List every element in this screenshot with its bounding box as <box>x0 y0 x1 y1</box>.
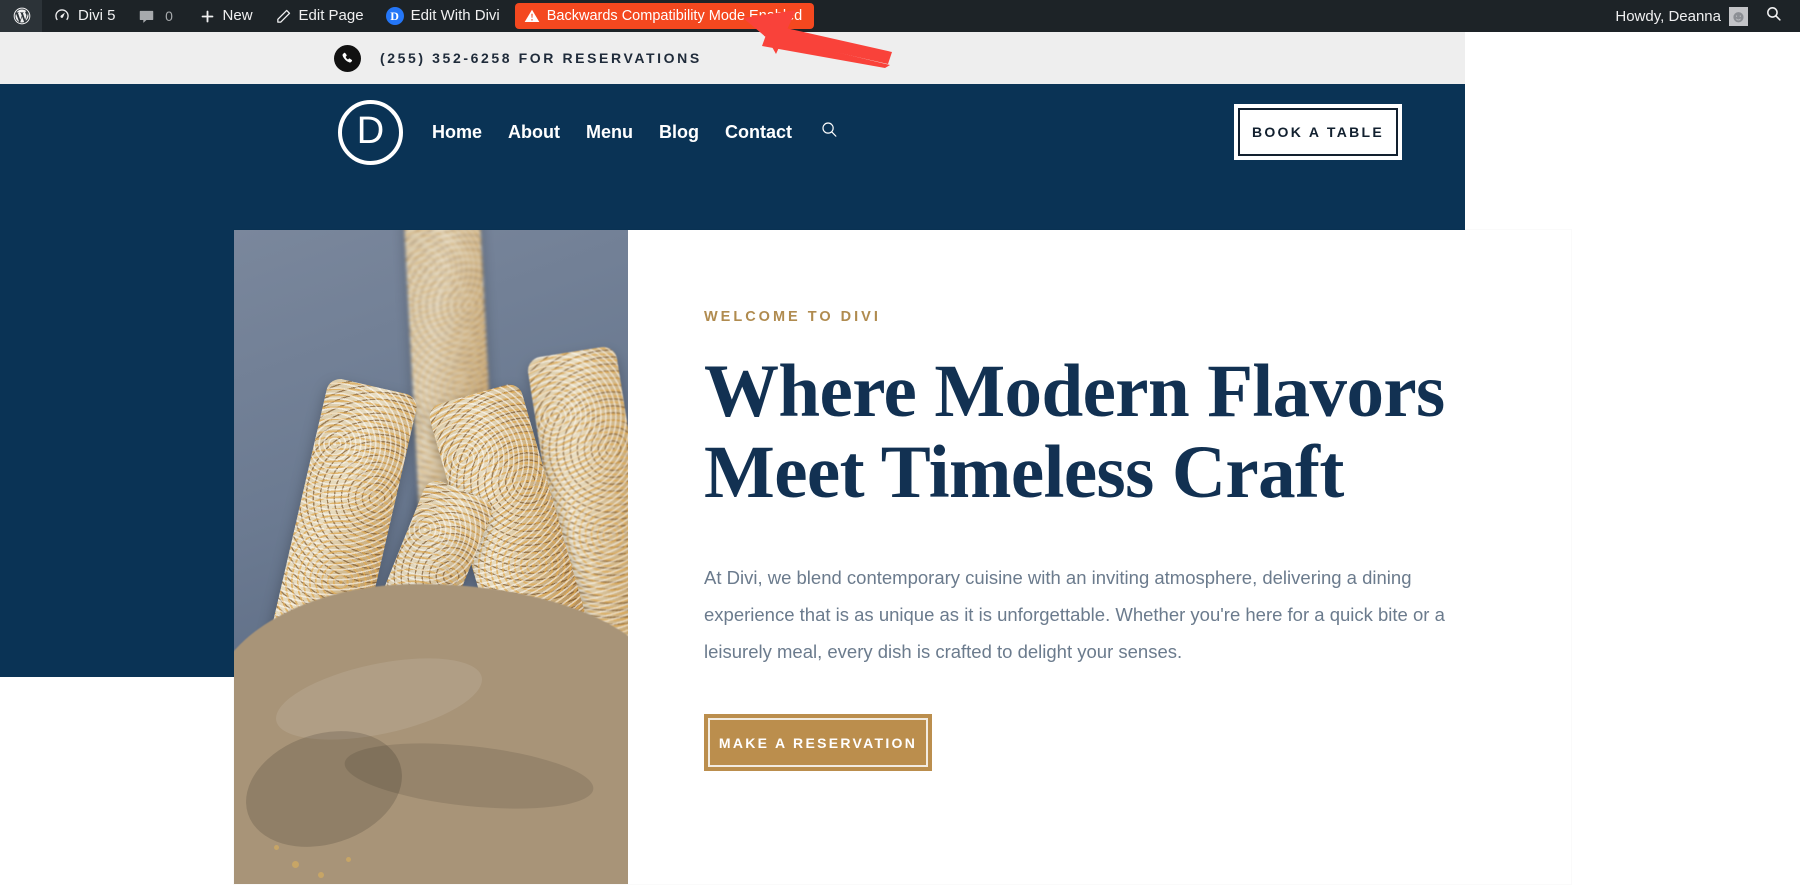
seed-crumb <box>346 857 351 862</box>
book-a-table-label: BOOK A TABLE <box>1251 124 1385 140</box>
screenshot-root: Divi 5 0 New Edit Page D Edit With Divi … <box>0 0 1800 886</box>
top-info-bar-content: (255) 352-6258 FOR RESERVATIONS <box>334 44 702 72</box>
admin-bar-search-button[interactable] <box>1756 0 1790 32</box>
hero-content-card: WELCOME TO DIVI Where Modern Flavors Meet… <box>234 230 1571 884</box>
nav-item-home[interactable]: Home <box>432 122 482 143</box>
nav-search-toggle[interactable] <box>820 120 839 144</box>
site-top-info-bar: (255) 352-6258 FOR RESERVATIONS <box>0 32 1465 84</box>
pencil-icon <box>275 8 292 25</box>
nav-menu: Home About Menu Blog Contact <box>432 120 839 144</box>
admin-bar-left-group: Divi 5 0 New Edit Page D Edit With Divi … <box>0 0 815 32</box>
divi-logo-letter: D <box>356 110 385 152</box>
seed-crumb <box>274 845 279 850</box>
dashboard-icon <box>53 7 71 25</box>
backwards-compatibility-label: Backwards Compatibility Mode Enabled <box>546 8 803 24</box>
admin-bar-right-group: Howdy, Deanna ☻ <box>1604 0 1800 32</box>
warning-triangle-icon <box>524 8 540 24</box>
hero-eyebrow: WELCOME TO DIVI <box>704 309 881 325</box>
howdy-label: Howdy, Deanna <box>1615 7 1721 25</box>
seed-crumb <box>292 861 299 868</box>
backwards-compatibility-badge[interactable]: Backwards Compatibility Mode Enabled <box>514 3 815 29</box>
nav-item-blog[interactable]: Blog <box>659 122 699 143</box>
hero-heading: Where Modern Flavors Meet Timeless Craft <box>704 351 1504 513</box>
admin-bar-new-content[interactable]: New <box>188 0 264 32</box>
search-icon <box>1765 5 1782 27</box>
admin-bar-wordpress-logo[interactable] <box>0 0 42 32</box>
admin-bar-edit-with-divi-label: Edit With Divi <box>410 7 500 24</box>
hero-text-column: WELCOME TO DIVI Where Modern Flavors Meet… <box>628 230 1571 884</box>
user-avatar-icon: ☻ <box>1729 6 1748 26</box>
admin-bar-comment-count: 0 <box>165 8 173 24</box>
comment-bubble-icon <box>138 8 155 25</box>
divi-logo[interactable]: D <box>338 99 403 165</box>
divi-d-icon: D <box>385 7 404 25</box>
admin-bar-edit-with-divi[interactable]: D Edit With Divi <box>375 0 511 32</box>
hero-food-image <box>234 230 628 884</box>
site-main-navigation: D Home About Menu Blog Contact BOOK A TA… <box>0 84 1465 180</box>
wordpress-admin-bar: Divi 5 0 New Edit Page D Edit With Divi … <box>0 0 1800 32</box>
make-a-reservation-label: MAKE A RESERVATION <box>718 734 918 751</box>
hero-heading-line-1: Where Modern Flavors <box>704 350 1445 433</box>
plus-icon <box>199 8 216 25</box>
wordpress-icon <box>12 6 32 26</box>
reservation-phone-text: (255) 352-6258 FOR RESERVATIONS <box>380 50 702 66</box>
hero-paragraph: At Divi, we blend contemporary cuisine w… <box>704 567 1445 662</box>
admin-bar-my-account[interactable]: Howdy, Deanna ☻ <box>1604 0 1756 32</box>
admin-bar-edit-page-label: Edit Page <box>298 7 364 24</box>
admin-bar-comments[interactable]: 0 <box>127 0 188 32</box>
nav-item-contact[interactable]: Contact <box>725 122 792 143</box>
hero-heading-line-2: Meet Timeless Craft <box>704 431 1344 514</box>
admin-bar-new-label: New <box>222 7 253 24</box>
admin-bar-edit-page[interactable]: Edit Page <box>264 0 375 32</box>
admin-bar-site-name-label: Divi 5 <box>78 7 116 24</box>
phone-handset-icon <box>334 44 361 72</box>
admin-bar-site-name[interactable]: Divi 5 <box>42 0 127 32</box>
make-a-reservation-button[interactable]: MAKE A RESERVATION <box>704 714 932 771</box>
book-a-table-button[interactable]: BOOK A TABLE <box>1234 104 1402 160</box>
nav-item-about[interactable]: About <box>508 122 560 143</box>
nav-item-menu[interactable]: Menu <box>586 122 633 143</box>
seed-crumb <box>318 872 324 878</box>
search-icon <box>820 120 839 144</box>
